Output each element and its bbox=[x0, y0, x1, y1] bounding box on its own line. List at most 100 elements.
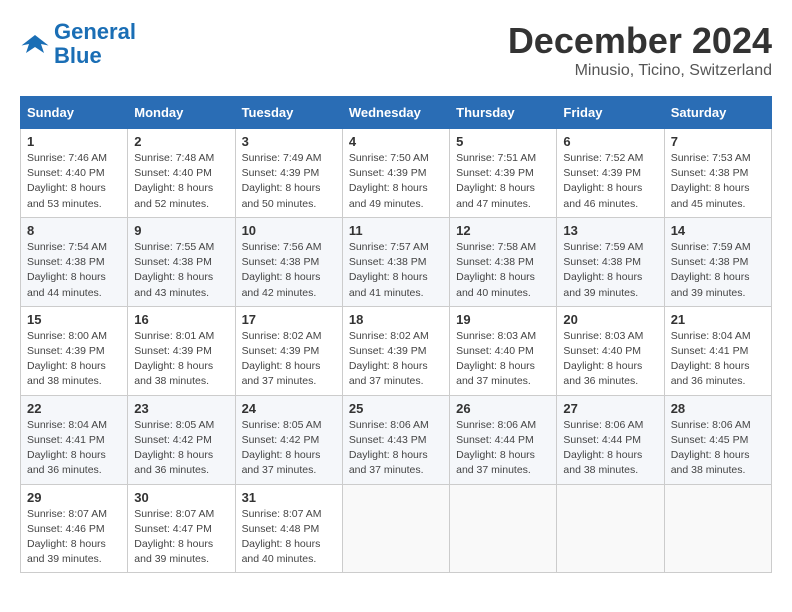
day-info: Sunrise: 7:51 AM Sunset: 4:39 PM Dayligh… bbox=[456, 151, 550, 212]
calendar-cell: 21 Sunrise: 8:04 AM Sunset: 4:41 PM Dayl… bbox=[664, 306, 771, 395]
calendar-week-row: 22 Sunrise: 8:04 AM Sunset: 4:41 PM Dayl… bbox=[21, 395, 772, 484]
day-number: 10 bbox=[242, 223, 336, 238]
page-header: GeneralBlue December 2024 Minusio, Ticin… bbox=[20, 20, 772, 80]
calendar-cell: 6 Sunrise: 7:52 AM Sunset: 4:39 PM Dayli… bbox=[557, 129, 664, 218]
calendar-cell: 17 Sunrise: 8:02 AM Sunset: 4:39 PM Dayl… bbox=[235, 306, 342, 395]
day-info: Sunrise: 8:04 AM Sunset: 4:41 PM Dayligh… bbox=[27, 418, 121, 479]
calendar-cell bbox=[450, 484, 557, 573]
day-number: 14 bbox=[671, 223, 765, 238]
day-number: 21 bbox=[671, 312, 765, 327]
location-title: Minusio, Ticino, Switzerland bbox=[508, 62, 772, 80]
calendar-cell: 16 Sunrise: 8:01 AM Sunset: 4:39 PM Dayl… bbox=[128, 306, 235, 395]
day-info: Sunrise: 8:06 AM Sunset: 4:43 PM Dayligh… bbox=[349, 418, 443, 479]
day-number: 18 bbox=[349, 312, 443, 327]
calendar-week-row: 8 Sunrise: 7:54 AM Sunset: 4:38 PM Dayli… bbox=[21, 217, 772, 306]
calendar-header-row: Sunday Monday Tuesday Wednesday Thursday… bbox=[21, 97, 772, 129]
calendar-cell: 20 Sunrise: 8:03 AM Sunset: 4:40 PM Dayl… bbox=[557, 306, 664, 395]
day-info: Sunrise: 7:55 AM Sunset: 4:38 PM Dayligh… bbox=[134, 240, 228, 301]
logo: GeneralBlue bbox=[20, 20, 136, 68]
calendar-cell: 13 Sunrise: 7:59 AM Sunset: 4:38 PM Dayl… bbox=[557, 217, 664, 306]
calendar-cell: 10 Sunrise: 7:56 AM Sunset: 4:38 PM Dayl… bbox=[235, 217, 342, 306]
calendar-cell bbox=[342, 484, 449, 573]
day-info: Sunrise: 7:46 AM Sunset: 4:40 PM Dayligh… bbox=[27, 151, 121, 212]
day-info: Sunrise: 8:02 AM Sunset: 4:39 PM Dayligh… bbox=[242, 329, 336, 390]
calendar-week-row: 1 Sunrise: 7:46 AM Sunset: 4:40 PM Dayli… bbox=[21, 129, 772, 218]
col-saturday: Saturday bbox=[664, 97, 771, 129]
calendar-cell: 8 Sunrise: 7:54 AM Sunset: 4:38 PM Dayli… bbox=[21, 217, 128, 306]
day-info: Sunrise: 8:03 AM Sunset: 4:40 PM Dayligh… bbox=[563, 329, 657, 390]
day-number: 31 bbox=[242, 490, 336, 505]
day-info: Sunrise: 8:05 AM Sunset: 4:42 PM Dayligh… bbox=[242, 418, 336, 479]
calendar-cell: 26 Sunrise: 8:06 AM Sunset: 4:44 PM Dayl… bbox=[450, 395, 557, 484]
col-friday: Friday bbox=[557, 97, 664, 129]
calendar-cell: 25 Sunrise: 8:06 AM Sunset: 4:43 PM Dayl… bbox=[342, 395, 449, 484]
col-sunday: Sunday bbox=[21, 97, 128, 129]
day-number: 15 bbox=[27, 312, 121, 327]
day-info: Sunrise: 8:06 AM Sunset: 4:44 PM Dayligh… bbox=[563, 418, 657, 479]
day-number: 25 bbox=[349, 401, 443, 416]
day-number: 7 bbox=[671, 134, 765, 149]
day-info: Sunrise: 8:04 AM Sunset: 4:41 PM Dayligh… bbox=[671, 329, 765, 390]
calendar-table: Sunday Monday Tuesday Wednesday Thursday… bbox=[20, 96, 772, 573]
day-info: Sunrise: 8:00 AM Sunset: 4:39 PM Dayligh… bbox=[27, 329, 121, 390]
day-number: 17 bbox=[242, 312, 336, 327]
day-info: Sunrise: 8:07 AM Sunset: 4:47 PM Dayligh… bbox=[134, 507, 228, 568]
title-area: December 2024 Minusio, Ticino, Switzerla… bbox=[508, 20, 772, 80]
day-info: Sunrise: 8:06 AM Sunset: 4:44 PM Dayligh… bbox=[456, 418, 550, 479]
day-info: Sunrise: 7:59 AM Sunset: 4:38 PM Dayligh… bbox=[563, 240, 657, 301]
calendar-cell: 18 Sunrise: 8:02 AM Sunset: 4:39 PM Dayl… bbox=[342, 306, 449, 395]
calendar-cell: 14 Sunrise: 7:59 AM Sunset: 4:38 PM Dayl… bbox=[664, 217, 771, 306]
calendar-cell: 15 Sunrise: 8:00 AM Sunset: 4:39 PM Dayl… bbox=[21, 306, 128, 395]
day-info: Sunrise: 8:03 AM Sunset: 4:40 PM Dayligh… bbox=[456, 329, 550, 390]
calendar-week-row: 15 Sunrise: 8:00 AM Sunset: 4:39 PM Dayl… bbox=[21, 306, 772, 395]
day-info: Sunrise: 7:49 AM Sunset: 4:39 PM Dayligh… bbox=[242, 151, 336, 212]
day-number: 8 bbox=[27, 223, 121, 238]
calendar-cell: 2 Sunrise: 7:48 AM Sunset: 4:40 PM Dayli… bbox=[128, 129, 235, 218]
day-number: 2 bbox=[134, 134, 228, 149]
day-number: 1 bbox=[27, 134, 121, 149]
day-info: Sunrise: 7:48 AM Sunset: 4:40 PM Dayligh… bbox=[134, 151, 228, 212]
calendar-cell: 5 Sunrise: 7:51 AM Sunset: 4:39 PM Dayli… bbox=[450, 129, 557, 218]
calendar-cell: 24 Sunrise: 8:05 AM Sunset: 4:42 PM Dayl… bbox=[235, 395, 342, 484]
col-wednesday: Wednesday bbox=[342, 97, 449, 129]
day-info: Sunrise: 8:01 AM Sunset: 4:39 PM Dayligh… bbox=[134, 329, 228, 390]
day-info: Sunrise: 8:02 AM Sunset: 4:39 PM Dayligh… bbox=[349, 329, 443, 390]
day-number: 5 bbox=[456, 134, 550, 149]
calendar-week-row: 29 Sunrise: 8:07 AM Sunset: 4:46 PM Dayl… bbox=[21, 484, 772, 573]
day-number: 23 bbox=[134, 401, 228, 416]
logo-text: GeneralBlue bbox=[54, 20, 136, 68]
day-info: Sunrise: 8:07 AM Sunset: 4:48 PM Dayligh… bbox=[242, 507, 336, 568]
day-info: Sunrise: 7:57 AM Sunset: 4:38 PM Dayligh… bbox=[349, 240, 443, 301]
col-thursday: Thursday bbox=[450, 97, 557, 129]
day-info: Sunrise: 7:50 AM Sunset: 4:39 PM Dayligh… bbox=[349, 151, 443, 212]
calendar-cell bbox=[664, 484, 771, 573]
day-number: 24 bbox=[242, 401, 336, 416]
day-number: 30 bbox=[134, 490, 228, 505]
day-info: Sunrise: 8:07 AM Sunset: 4:46 PM Dayligh… bbox=[27, 507, 121, 568]
day-number: 28 bbox=[671, 401, 765, 416]
day-info: Sunrise: 8:05 AM Sunset: 4:42 PM Dayligh… bbox=[134, 418, 228, 479]
day-info: Sunrise: 7:52 AM Sunset: 4:39 PM Dayligh… bbox=[563, 151, 657, 212]
day-number: 26 bbox=[456, 401, 550, 416]
day-number: 13 bbox=[563, 223, 657, 238]
day-number: 22 bbox=[27, 401, 121, 416]
month-title: December 2024 bbox=[508, 20, 772, 62]
day-number: 27 bbox=[563, 401, 657, 416]
calendar-cell: 19 Sunrise: 8:03 AM Sunset: 4:40 PM Dayl… bbox=[450, 306, 557, 395]
day-number: 4 bbox=[349, 134, 443, 149]
calendar-cell: 22 Sunrise: 8:04 AM Sunset: 4:41 PM Dayl… bbox=[21, 395, 128, 484]
calendar-cell: 1 Sunrise: 7:46 AM Sunset: 4:40 PM Dayli… bbox=[21, 129, 128, 218]
day-info: Sunrise: 7:58 AM Sunset: 4:38 PM Dayligh… bbox=[456, 240, 550, 301]
day-info: Sunrise: 7:59 AM Sunset: 4:38 PM Dayligh… bbox=[671, 240, 765, 301]
day-number: 20 bbox=[563, 312, 657, 327]
day-number: 3 bbox=[242, 134, 336, 149]
day-number: 9 bbox=[134, 223, 228, 238]
day-info: Sunrise: 7:56 AM Sunset: 4:38 PM Dayligh… bbox=[242, 240, 336, 301]
calendar-cell: 7 Sunrise: 7:53 AM Sunset: 4:38 PM Dayli… bbox=[664, 129, 771, 218]
calendar-cell: 27 Sunrise: 8:06 AM Sunset: 4:44 PM Dayl… bbox=[557, 395, 664, 484]
day-number: 19 bbox=[456, 312, 550, 327]
calendar-cell: 11 Sunrise: 7:57 AM Sunset: 4:38 PM Dayl… bbox=[342, 217, 449, 306]
calendar-cell: 30 Sunrise: 8:07 AM Sunset: 4:47 PM Dayl… bbox=[128, 484, 235, 573]
day-number: 16 bbox=[134, 312, 228, 327]
day-number: 6 bbox=[563, 134, 657, 149]
